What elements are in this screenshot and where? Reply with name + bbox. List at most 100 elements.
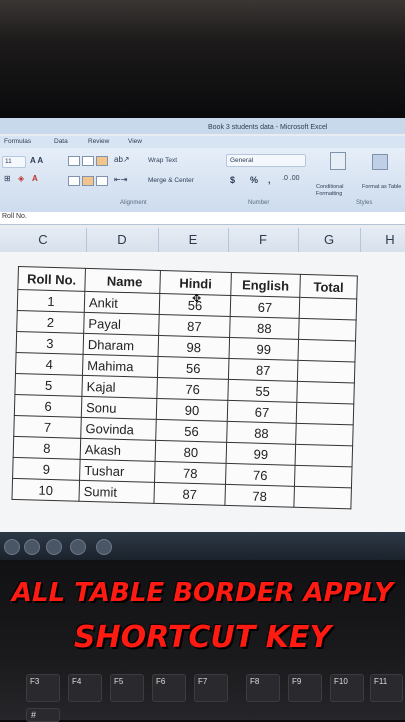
conditional-formatting-button[interactable]: Conditional Formatting xyxy=(316,184,360,198)
column-header-f[interactable]: F xyxy=(228,228,299,252)
tab-formulas[interactable]: Formulas xyxy=(4,138,31,145)
cell-roll-no[interactable]: 4 xyxy=(15,352,84,376)
start-button-icon[interactable] xyxy=(4,539,20,555)
cell-hindi[interactable]: 78 xyxy=(154,461,227,485)
header-total[interactable]: Total xyxy=(299,274,358,299)
cell-english[interactable]: 67 xyxy=(227,400,297,424)
column-header-e[interactable]: E xyxy=(158,228,229,252)
cell-hindi[interactable]: 87 xyxy=(158,314,231,338)
borders-icon[interactable]: ⊞ xyxy=(4,174,11,183)
number-format-select[interactable]: General xyxy=(226,154,306,167)
key-f10[interactable]: F10 xyxy=(330,674,364,702)
align-right-icon[interactable] xyxy=(96,176,108,186)
cell-roll-no[interactable]: 6 xyxy=(14,394,82,418)
font-color-icon[interactable]: A xyxy=(32,174,38,183)
key-f4[interactable]: F4 xyxy=(68,674,102,702)
format-as-table-button[interactable]: Format as Table xyxy=(362,184,402,191)
cell-roll-no[interactable]: 1 xyxy=(17,289,85,313)
cell-total[interactable] xyxy=(296,402,354,425)
indent-icon[interactable]: ⇤⇥ xyxy=(114,175,127,184)
cell-total[interactable] xyxy=(297,339,356,362)
cell-english[interactable]: 55 xyxy=(227,379,298,403)
taskbar-app-icon[interactable] xyxy=(24,539,40,555)
key-f5[interactable]: F5 xyxy=(110,674,144,702)
key-f11[interactable]: F11 xyxy=(370,674,403,702)
cell-hindi[interactable]: 90 xyxy=(156,398,228,422)
comma-button[interactable]: , xyxy=(268,175,271,185)
cell-hindi[interactable]: 56 xyxy=(157,356,230,380)
cell-english[interactable]: 87 xyxy=(228,358,298,382)
cell-english[interactable]: 67 xyxy=(230,295,300,319)
cell-name[interactable]: Payal xyxy=(83,312,160,336)
cell-roll-no[interactable]: 7 xyxy=(13,415,82,439)
format-as-table-icon[interactable] xyxy=(372,154,388,170)
cell-total[interactable] xyxy=(296,381,355,404)
cell-roll-no[interactable]: 2 xyxy=(16,310,85,334)
cell-name[interactable]: Tushar xyxy=(79,459,156,483)
cell-english[interactable]: 88 xyxy=(229,316,300,340)
currency-button[interactable]: $ xyxy=(230,175,235,185)
taskbar-app-icon[interactable] xyxy=(46,539,62,555)
name-box[interactable]: Roll No. xyxy=(2,213,27,220)
cell-english[interactable]: 99 xyxy=(229,337,299,361)
cell-total[interactable] xyxy=(299,297,357,320)
column-header-h[interactable]: H xyxy=(360,228,405,252)
column-header-c[interactable]: C xyxy=(0,228,87,252)
font-size-select[interactable]: 11 xyxy=(2,156,26,168)
align-center-icon[interactable] xyxy=(82,176,94,186)
cell-english[interactable]: 99 xyxy=(226,442,296,466)
cell-name[interactable]: Mahima xyxy=(82,354,159,378)
tab-view[interactable]: View xyxy=(128,138,142,145)
cell-name[interactable]: Govinda xyxy=(80,417,157,441)
cell-english[interactable]: 76 xyxy=(225,463,296,487)
cell-total[interactable] xyxy=(295,423,354,446)
cell-english[interactable]: 78 xyxy=(224,484,295,508)
cell-hindi[interactable]: 76 xyxy=(156,377,229,401)
cell-roll-no[interactable]: 5 xyxy=(14,373,83,397)
cell-hindi[interactable]: 87 xyxy=(153,482,226,506)
cell-total[interactable] xyxy=(295,444,353,467)
header-roll-no[interactable]: Roll No. xyxy=(17,266,86,292)
align-middle-icon[interactable] xyxy=(82,156,94,166)
cell-roll-no[interactable]: 9 xyxy=(12,457,81,481)
align-top-icon[interactable] xyxy=(68,156,80,166)
header-english[interactable]: English xyxy=(230,272,301,298)
taskbar-app-icon[interactable] xyxy=(70,539,86,555)
column-header-d[interactable]: D xyxy=(86,228,159,252)
column-header-g[interactable]: G xyxy=(298,228,361,252)
worksheet[interactable]: Roll No. Name Hindi English Total 1 Anki… xyxy=(0,252,405,542)
percent-button[interactable]: % xyxy=(250,175,258,185)
orientation-icon[interactable]: ab↗ xyxy=(114,155,130,164)
key-f8[interactable]: F8 xyxy=(246,674,280,702)
header-name[interactable]: Name xyxy=(84,268,161,294)
cell-name[interactable]: Akash xyxy=(80,438,156,462)
cell-name[interactable]: Kajal xyxy=(81,375,158,399)
grow-font-icon[interactable]: A A xyxy=(30,156,43,165)
cell-name[interactable]: Sumit xyxy=(78,480,155,504)
tab-review[interactable]: Review xyxy=(88,138,109,145)
wrap-text-button[interactable]: Wrap Text xyxy=(148,157,177,164)
cell-english[interactable]: 88 xyxy=(226,421,297,445)
cell-roll-no[interactable]: 3 xyxy=(16,331,84,355)
cell-total[interactable] xyxy=(297,360,355,383)
key-f7[interactable]: F7 xyxy=(194,674,228,702)
cell-name[interactable]: Ankit xyxy=(84,291,160,315)
key-f3[interactable]: F3 xyxy=(26,674,60,702)
cell-roll-no[interactable]: 10 xyxy=(11,478,80,502)
cell-hindi[interactable]: 80 xyxy=(155,440,227,464)
cell-hindi[interactable]: 98 xyxy=(158,335,230,359)
conditional-formatting-icon[interactable] xyxy=(330,152,346,170)
cell-roll-no[interactable]: 8 xyxy=(13,436,81,460)
key-f6[interactable]: F6 xyxy=(152,674,186,702)
merge-center-button[interactable]: Merge & Center xyxy=(148,177,194,184)
key-f9[interactable]: F9 xyxy=(288,674,322,702)
decimal-icon[interactable]: .0 .00 xyxy=(282,175,300,182)
cell-total[interactable] xyxy=(294,465,353,488)
taskbar-app-icon[interactable] xyxy=(96,539,112,555)
cell-total[interactable] xyxy=(298,318,357,341)
cell-name[interactable]: Sonu xyxy=(81,396,157,420)
align-bottom-icon[interactable] xyxy=(96,156,108,166)
cell-total[interactable] xyxy=(293,486,352,509)
cell-name[interactable]: Dharam xyxy=(83,333,159,357)
tab-data[interactable]: Data xyxy=(54,138,68,145)
